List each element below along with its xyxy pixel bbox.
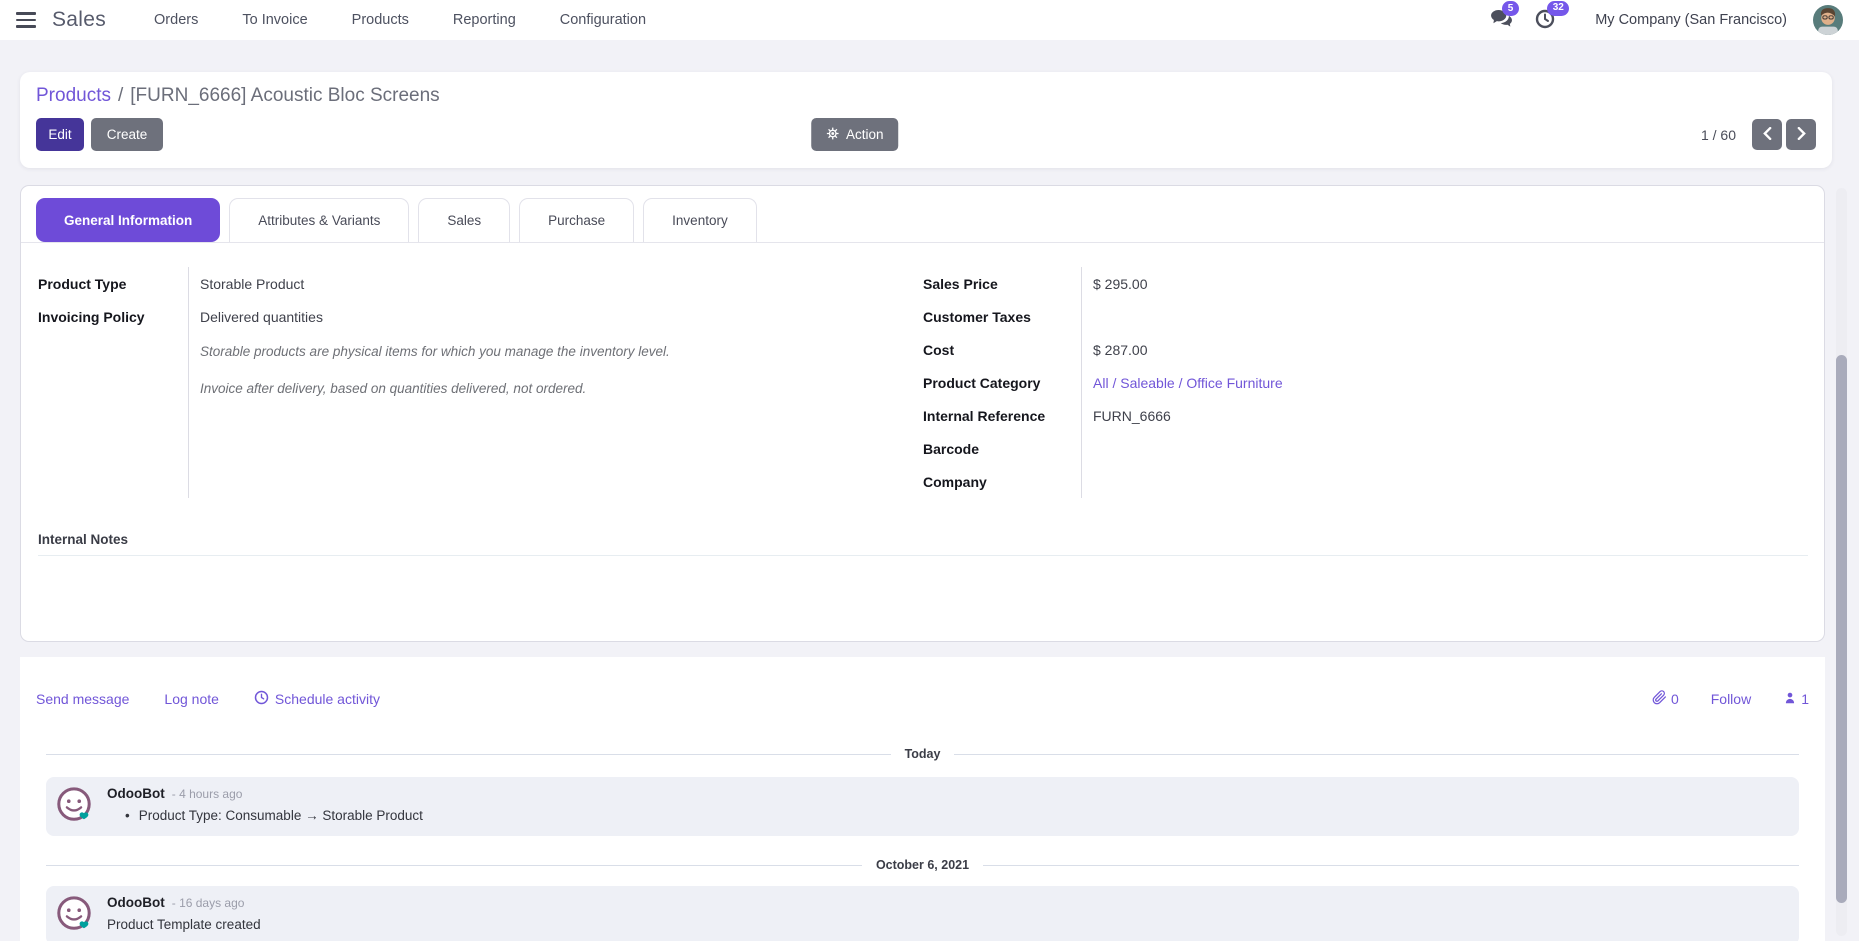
breadcrumb-products-link[interactable]: Products [36,85,111,106]
follow-button[interactable]: Follow [1711,691,1751,707]
send-message-button[interactable]: Send message [36,690,129,708]
app-name[interactable]: Sales [52,8,106,32]
help-note-invoicing: Invoice after delivery, based on quantit… [200,370,738,407]
company-switcher[interactable]: My Company (San Francisco) [1595,12,1787,28]
message-today: OdooBot - 4 hours ago Product Type: Cons… [46,777,1799,836]
breadcrumb-separator: / [118,85,123,106]
breadcrumb: Products / [FURN_6666] Acoustic Bloc Scree… [36,85,1816,107]
field-value-product-type: Storable Product [200,267,738,300]
chevron-right-icon [1797,127,1806,143]
paperclip-icon [1652,690,1667,708]
messages-badge: 5 [1502,1,1519,16]
attachment-count: 0 [1671,691,1679,707]
internal-notes-divider [38,555,1808,556]
field-value-company [1093,465,1283,498]
notebook-tabs: General Information Attributes & Variant… [21,186,1824,243]
field-label-customer-taxes: Customer Taxes [923,300,1081,333]
help-note-storable: Storable products are physical items for… [200,333,738,370]
vertical-scrollbar-track[interactable] [1836,188,1847,936]
clock-icon [1535,16,1555,32]
field-label-invoicing-policy: Invoicing Policy [38,300,188,333]
field-group-left: Product Type Invoicing Policy Storable P… [38,267,738,498]
pager-next-button[interactable] [1786,119,1816,150]
attachments-button[interactable]: 0 [1652,690,1679,708]
edit-button[interactable]: Edit [36,118,84,151]
chevron-left-icon [1763,127,1772,143]
follower-count: 1 [1801,691,1809,707]
pager-value[interactable]: 1 / 60 [1701,127,1736,143]
date-divider-october: October 6, 2021 [46,858,1799,872]
message-body: Product Type: Consumable → Storable Prod… [107,808,1787,823]
schedule-activity-button[interactable]: Schedule activity [254,690,380,708]
field-value-sales-price: $ 295.00 [1093,267,1283,300]
field-value-invoicing-policy: Delivered quantities [200,300,738,333]
menu-item-reporting[interactable]: Reporting [453,12,516,28]
app-menu: Orders To Invoice Products Reporting Con… [154,12,646,28]
field-label-product-type: Product Type [38,267,188,300]
odoobot-avatar [55,895,93,933]
field-value-internal-reference: FURN_6666 [1093,399,1283,432]
top-navbar: Sales Orders To Invoice Products Reporti… [0,0,1859,40]
activities-badge: 32 [1547,1,1569,16]
internal-notes-label: Internal Notes [38,532,1808,547]
message-timestamp: - 4 hours ago [172,787,243,801]
field-group-right: Sales Price Customer Taxes Cost Product … [923,267,1283,498]
vertical-scrollbar-thumb[interactable] [1836,355,1847,903]
gear-icon [826,127,839,143]
tab-sales[interactable]: Sales [418,198,510,242]
create-button[interactable]: Create [91,118,163,151]
odoobot-avatar [55,786,93,824]
user-avatar[interactable] [1813,5,1843,35]
form-sheet: General Information Attributes & Variant… [20,185,1825,642]
field-value-customer-taxes [1093,300,1283,333]
tab-general-information[interactable]: General Information [36,198,220,242]
tab-purchase[interactable]: Purchase [519,198,634,242]
menu-item-to-invoice[interactable]: To Invoice [242,12,307,28]
log-note-button[interactable]: Log note [164,690,219,708]
person-icon [1783,691,1797,708]
chat-bubbles-icon [1490,15,1513,31]
menu-item-orders[interactable]: Orders [154,12,198,28]
field-label-barcode: Barcode [923,432,1081,465]
chatter: Send message Log note Schedule activity … [20,657,1825,941]
tab-attributes-variants[interactable]: Attributes & Variants [229,198,409,242]
followers-button[interactable]: 1 [1783,691,1809,708]
pager-previous-button[interactable] [1752,119,1782,150]
breadcrumb-current: [FURN_6666] Acoustic Bloc Screens [130,85,439,106]
apps-menu-icon[interactable] [16,12,36,28]
field-label-sales-price: Sales Price [923,267,1081,300]
message-timestamp: - 16 days ago [172,896,245,910]
menu-item-products[interactable]: Products [352,12,409,28]
message-author[interactable]: OdooBot [107,895,165,910]
control-panel: Products / [FURN_6666] Acoustic Bloc Scree… [20,72,1832,168]
message-author[interactable]: OdooBot [107,786,165,801]
field-value-barcode [1093,432,1283,465]
menu-item-configuration[interactable]: Configuration [560,12,646,28]
field-label-company: Company [923,465,1081,498]
field-label-cost: Cost [923,333,1081,366]
tab-inventory[interactable]: Inventory [643,198,757,242]
date-divider-today: Today [46,747,1799,761]
field-label-internal-reference: Internal Reference [923,399,1081,432]
activities-button[interactable]: 32 [1535,9,1555,32]
message-october: OdooBot - 16 days ago Product Template c… [46,886,1799,941]
field-value-cost: $ 287.00 [1093,333,1283,366]
field-value-product-category-link[interactable]: All / Saleable / Office Furniture [1093,366,1283,399]
message-body: Product Template created [107,917,1787,932]
messages-button[interactable]: 5 [1490,9,1513,31]
activity-clock-icon [254,690,269,708]
field-label-product-category: Product Category [923,366,1081,399]
action-button[interactable]: Action [811,118,899,151]
